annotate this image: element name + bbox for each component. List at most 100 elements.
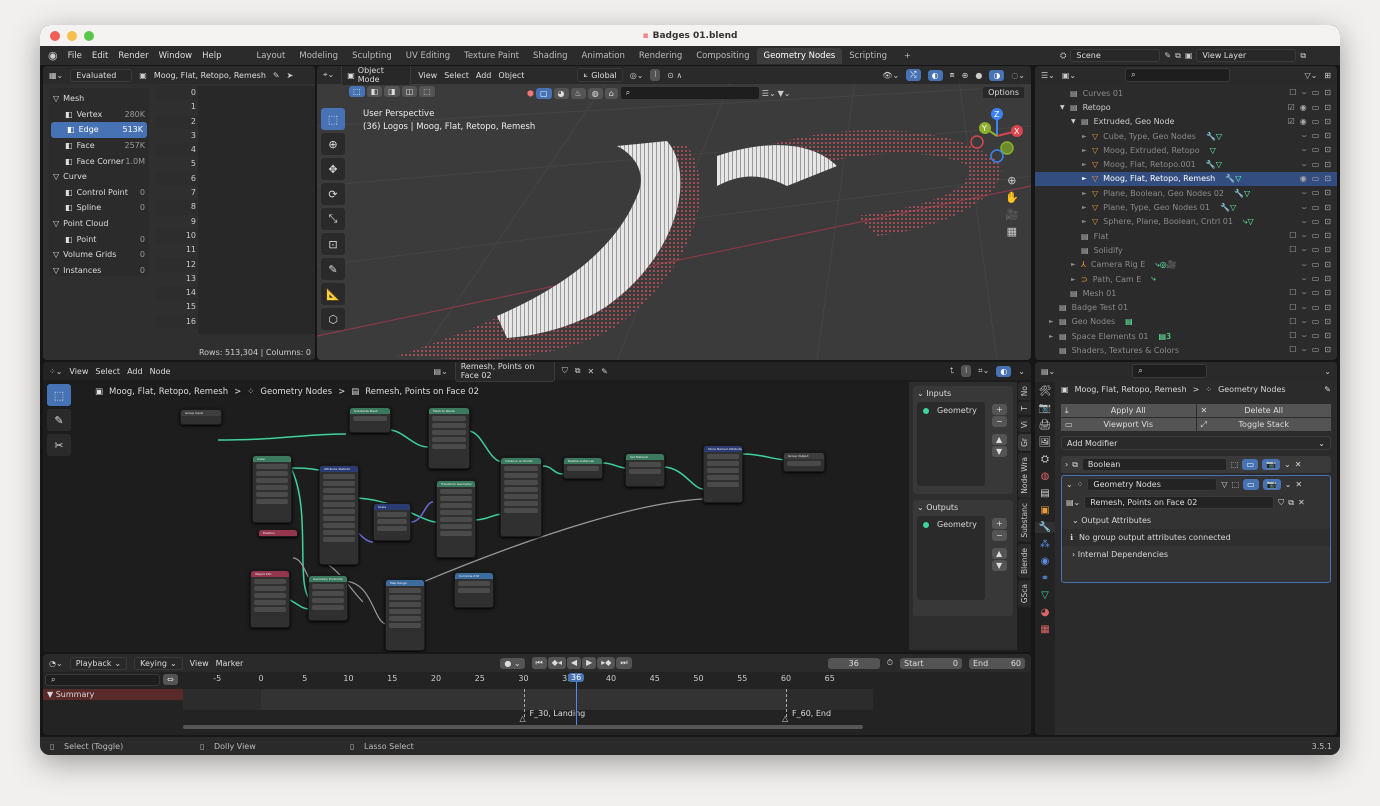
domain-item[interactable]: ◧ Face 257K	[49, 138, 149, 154]
outliner-row[interactable]: ▤ Mesh 01 ☐ ⌣ ▭ ⊡	[1035, 286, 1337, 300]
render-camera-icon[interactable]: ⊡	[1324, 288, 1331, 298]
outliner-row[interactable]: ▼ ▤ Retopo ☑ ◉ ▭ ⊡	[1035, 100, 1337, 114]
ortho-grid-icon[interactable]: ▦	[1005, 225, 1019, 238]
breadcrumb-modifier[interactable]: Geometry Nodes	[260, 387, 332, 397]
add-workspace-button[interactable]: +	[904, 51, 911, 60]
pivot-icon[interactable]: ◎⌄	[630, 71, 644, 80]
node-field[interactable]	[256, 485, 288, 490]
visibility-eye-icon[interactable]: ⌣	[1301, 245, 1306, 255]
viewport-monitor-icon[interactable]: ▭	[1312, 303, 1320, 313]
object-tab-icon[interactable]: ▣	[1040, 505, 1049, 516]
render-camera-icon[interactable]: ⊡	[1324, 274, 1331, 284]
minimize-button[interactable]	[67, 31, 77, 41]
sidebar-tab[interactable]: Vi	[1018, 416, 1031, 432]
node-field[interactable]	[707, 454, 739, 459]
playhead-line[interactable]	[576, 674, 577, 729]
viewport-monitor-icon[interactable]: ▭	[1312, 317, 1320, 327]
options-dropdown[interactable]: Options	[982, 86, 1025, 99]
node-field[interactable]	[323, 523, 355, 528]
material-shading-icon[interactable]: ◑	[989, 69, 1005, 81]
outliner-row[interactable]: ▤ Flat ☐ ⌣ ▭ ⊡	[1035, 229, 1337, 243]
node-field[interactable]	[504, 494, 538, 499]
viewport-toggle-icon[interactable]: ▭	[1242, 459, 1259, 470]
outliner-row[interactable]: ► ▤ Geo Nodes ▤ ☐ ⌣ ▭ ⊡	[1035, 315, 1337, 329]
expand-arrow-icon[interactable]: ►	[1049, 333, 1059, 340]
zoom-icon[interactable]: ⊕	[1005, 174, 1019, 187]
expand-arrow-icon[interactable]: ►	[1082, 161, 1092, 168]
viewport-monitor-icon[interactable]: ▭	[1312, 345, 1320, 355]
blender-logo-icon[interactable]: ◉	[48, 49, 58, 62]
node-field[interactable]	[389, 609, 421, 614]
scene-selector[interactable]: Scene	[1070, 49, 1161, 62]
workspace-tab[interactable]: Compositing	[689, 48, 756, 64]
node-instance-on-points[interactable]: Instance on Points	[500, 457, 542, 537]
select-intersect-icon[interactable]: ⬚	[419, 86, 435, 97]
node-field[interactable]	[312, 591, 344, 596]
properties-search-input[interactable]: ⌕	[1132, 364, 1208, 378]
editmode-toggle-icon[interactable]: ⬚	[1231, 460, 1239, 469]
fake-user-icon[interactable]: ⛉	[1278, 498, 1284, 508]
node-group-input[interactable]: Group Input	[180, 409, 222, 425]
sidebar-tab[interactable]: GSca	[1018, 580, 1031, 608]
node-field[interactable]	[377, 512, 407, 517]
node-field[interactable]	[707, 482, 739, 487]
view-layer-selector[interactable]: View Layer	[1196, 49, 1297, 62]
unlink-icon[interactable]: ✕	[1298, 498, 1305, 507]
node-cut-links-tool[interactable]: ✂	[47, 434, 71, 456]
scene-tab-icon[interactable]: ⛭	[1041, 454, 1049, 465]
channel-search-input[interactable]: ⌕	[45, 674, 160, 686]
node-editor[interactable]: ⁘⌄ View Select Add Node ▤⌄ Remesh, Point…	[43, 362, 1031, 652]
transform-tool[interactable]: ⊡	[321, 233, 345, 255]
overlay-toggle-icon[interactable]: ◐	[927, 69, 943, 81]
render-camera-icon[interactable]: ⊡	[1324, 331, 1331, 341]
node-field[interactable]	[256, 478, 288, 483]
viewport-toggle-icon[interactable]: ▭	[1243, 479, 1259, 490]
node-combine-xyz[interactable]: Combine XYZ	[454, 572, 494, 608]
node-tree-icon[interactable]: ▤⌄	[1066, 498, 1080, 507]
node-realize-instances[interactable]: Realize Instances	[563, 457, 603, 479]
3d-viewport[interactable]: ⌖⌄ ▣ Object Mode View Select Add Object ⟀…	[317, 66, 1031, 360]
visibility-eye-icon[interactable]: ⌣	[1301, 231, 1306, 241]
solid-shading-icon[interactable]: ●	[975, 71, 982, 80]
exclude-checkbox[interactable]: ☐	[1289, 345, 1296, 355]
exclude-checkbox[interactable]: ☐	[1289, 288, 1296, 298]
visibility-eye-icon[interactable]: ⌣	[1301, 131, 1306, 141]
render-camera-icon[interactable]: ⊡	[1324, 160, 1331, 170]
mesh-filter-icon[interactable]: ▢	[535, 87, 552, 99]
gizmo-toggle-icon[interactable]: ⤮	[906, 69, 921, 81]
evaluated-dropdown[interactable]: Evaluated	[70, 68, 133, 82]
domain-item[interactable]: ▽ Curve	[49, 169, 149, 185]
node-field[interactable]	[707, 461, 739, 466]
new-collection-icon[interactable]: ⊞	[1324, 71, 1331, 80]
domain-item[interactable]: ◧ Spline 0	[49, 200, 149, 216]
menu-render[interactable]: Render	[118, 51, 148, 61]
node-field[interactable]	[432, 437, 466, 442]
domain-item[interactable]: ◧ Edge 513K	[51, 122, 147, 138]
exclude-checkbox[interactable]: ☑	[1288, 117, 1295, 126]
menu-file[interactable]: File	[68, 51, 82, 61]
render-camera-icon[interactable]: ⊡	[1324, 145, 1331, 155]
visibility-eye-icon[interactable]: ⌣	[1301, 217, 1306, 227]
node-field[interactable]	[504, 487, 538, 492]
node-field[interactable]	[312, 584, 344, 589]
close-button[interactable]	[50, 31, 60, 41]
node-map-range[interactable]: Map Range	[385, 579, 425, 651]
viewport-monitor-icon[interactable]: ▭	[1312, 188, 1320, 198]
outliner-row[interactable]: ► ▽ Moog, Flat, Retopo.001 🔧▽ ⌣ ▭ ⊡	[1035, 157, 1337, 171]
display-mode-icon[interactable]: ☰⌄	[762, 89, 776, 98]
end-frame-field[interactable]: End 60	[969, 657, 1025, 669]
node-mesh-to-points[interactable]: Mesh to Points	[428, 407, 470, 469]
node-field[interactable]	[504, 501, 538, 506]
node-field[interactable]	[254, 579, 286, 584]
world-tab-icon[interactable]: ◍	[1041, 471, 1050, 482]
exclude-checkbox[interactable]: ☐	[1289, 317, 1296, 327]
domain-item[interactable]: ▽ Point Cloud	[49, 216, 149, 232]
node-field[interactable]	[389, 616, 421, 621]
node-field[interactable]	[377, 526, 407, 531]
prev-keyframe-icon[interactable]: ◆◂	[547, 657, 566, 669]
viewport-monitor-icon[interactable]: ▭	[1312, 288, 1320, 298]
output-socket-item[interactable]: Geometry	[917, 516, 985, 533]
node-field[interactable]	[323, 474, 355, 479]
stopwatch-icon[interactable]: ⏱	[887, 658, 893, 668]
render-camera-icon[interactable]: ⊡	[1324, 260, 1331, 270]
